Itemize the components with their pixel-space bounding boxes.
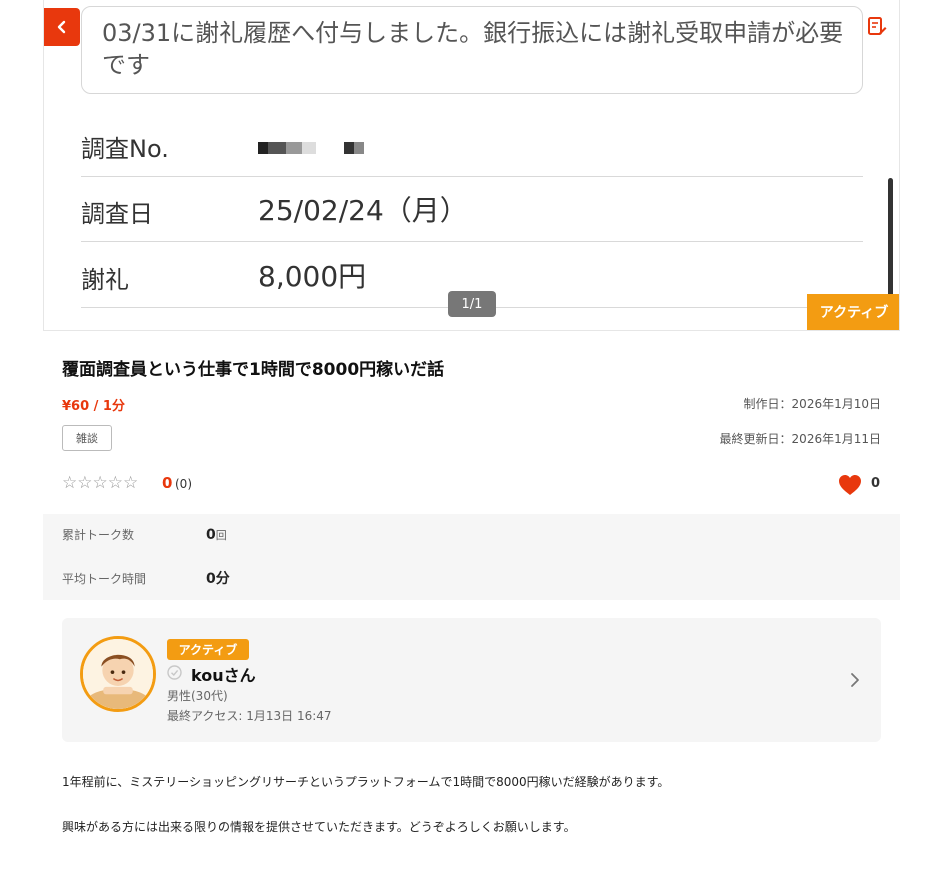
avatar[interactable] (80, 636, 156, 712)
total-talks-unit: 回 (215, 529, 227, 542)
listing-image-gallery[interactable]: 03/31に謝礼履歴へ付与しました。銀行振込には謝礼受取申請が必要です 調査No… (43, 0, 900, 331)
redacted-survey-no (258, 142, 364, 158)
total-talks-value: 0 (206, 527, 216, 543)
heart-icon[interactable] (838, 474, 862, 496)
category-tag[interactable]: 雑談 (62, 425, 112, 451)
back-arrow-icon (57, 20, 66, 34)
page-indicator: 1/1 (448, 291, 496, 317)
updated-date: 最終更新日：2026年1月11日 (719, 432, 881, 446)
survey-date-value: 25/02/24（月） (258, 194, 468, 227)
reward-label: 謝礼 (81, 266, 129, 294)
rating-count: (0) (175, 477, 192, 491)
rating-score: 0 (162, 474, 173, 492)
edit-note-icon (868, 17, 887, 35)
user-last-access: 最終アクセス: 1月13日 16:47 (167, 709, 332, 723)
like-count: 0 (871, 476, 881, 491)
avg-time-value: 0分 (206, 571, 230, 587)
reward-value: 8,000円 (258, 260, 367, 293)
total-talks-row: 累計トーク数 0 回 (62, 526, 227, 546)
info-row-survey-no: 調査No. (81, 111, 863, 177)
rating-stars: ☆☆☆☆☆ (62, 473, 139, 493)
talk-stats-panel: 累計トーク数 0 回 平均トーク時間 0分 (43, 514, 900, 600)
description-line-1: 1年程前に、ミステリーショッピングリサーチというプラットフォームで1時間で800… (62, 775, 670, 789)
user-status-badge: アクティブ (167, 639, 249, 660)
description-line-2: 興味がある方には出来る限りの情報を提供させていただきます。どうぞよろしくお願いし… (62, 820, 576, 834)
user-name[interactable]: kouさん (191, 662, 256, 686)
total-talks-label: 累計トーク数 (62, 528, 135, 542)
active-status-badge: アクティブ (807, 294, 899, 330)
seller-profile-card[interactable]: アクティブ kouさん 男性(30代) 最終アクセス: 1月13日 16:47 (62, 618, 881, 742)
survey-no-label: 調査No. (81, 135, 169, 163)
avg-time-row: 平均トーク時間 0分 (62, 568, 230, 588)
back-button[interactable] (44, 8, 80, 46)
created-date: 制作日：2026年1月10日 (743, 397, 881, 411)
notice-message: 03/31に謝礼履歴へ付与しました。銀行振込には謝礼受取申請が必要です (81, 6, 863, 94)
listing-title: 覆面調査員という仕事で1時間で8000円稼いだ話 (62, 360, 445, 380)
info-row-survey-date: 調査日 25/02/24（月） (81, 176, 863, 242)
survey-date-label: 調査日 (81, 200, 153, 228)
gallery-scrollbar[interactable] (888, 178, 893, 300)
user-gender-age: 男性(30代) (167, 689, 228, 703)
verified-check-icon (167, 665, 182, 680)
chevron-right-icon[interactable] (848, 671, 862, 689)
avatar-illustration (83, 639, 153, 709)
avg-time-label: 平均トーク時間 (62, 572, 147, 586)
listing-price: ¥60 / 1分 (62, 399, 125, 414)
